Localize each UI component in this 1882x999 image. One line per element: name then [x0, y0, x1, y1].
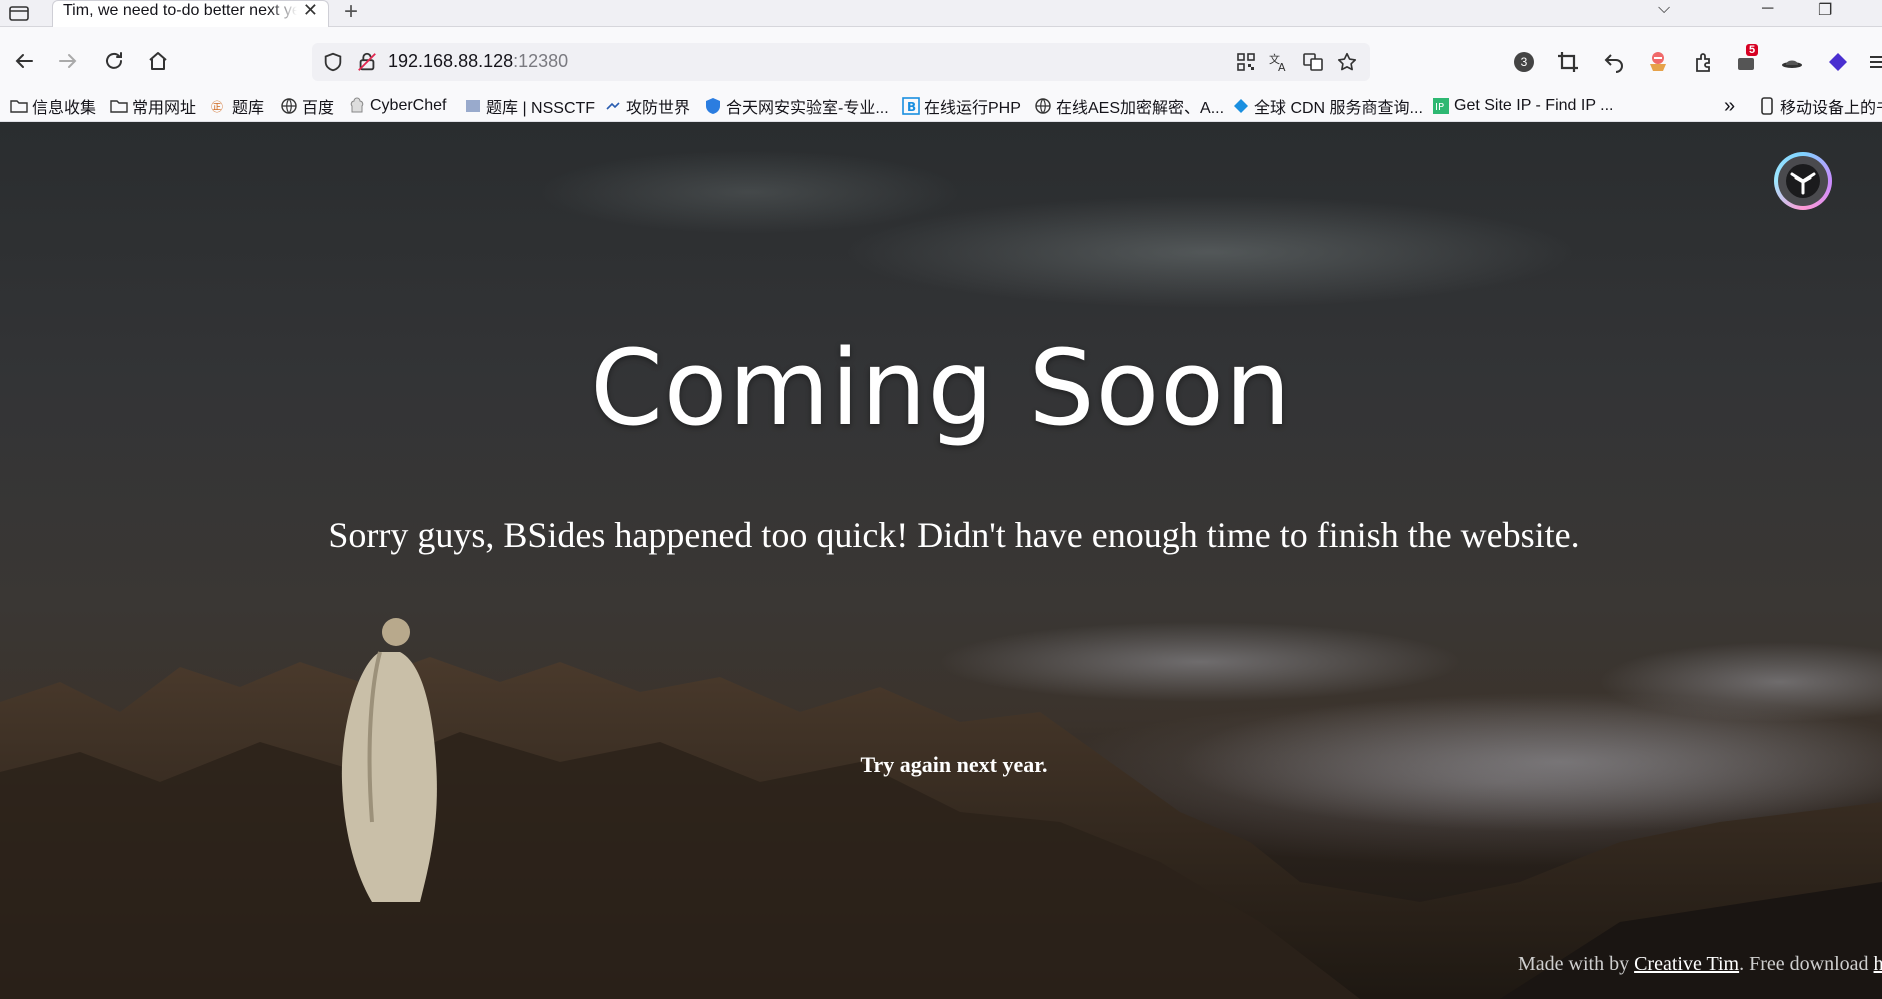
bookmark-label: 信息收集 [32, 100, 97, 117]
free-download-link[interactable]: h [1874, 953, 1882, 975]
logo-icon [1786, 164, 1820, 198]
bookmark-label: 题库 [232, 100, 265, 117]
bookmark-label: 常用网址 [132, 100, 197, 117]
bookmark-label: 百度 [302, 100, 335, 117]
bookmark-label: 全球 CDN 服务商查询... [1254, 100, 1423, 117]
notification-extension-icon[interactable]: 5 [1736, 44, 1760, 74]
bookmark-label: 在线AES加密解密、A... [1056, 100, 1225, 117]
mobile-bookmarks[interactable]: 移动设备上的书签 [1758, 95, 1882, 117]
chef-icon [350, 97, 364, 113]
bookmark-label: CyberChef [370, 97, 447, 114]
crop-icon[interactable] [1556, 50, 1580, 74]
forward-icon[interactable] [56, 49, 80, 73]
home-icon[interactable] [146, 49, 170, 73]
bookmark-folder-common[interactable]: 常用网址 [110, 95, 196, 117]
bookmark-cyberchef[interactable]: CyberChef [348, 95, 446, 117]
bookmark-tiku[interactable]: ㊣ 题库 [210, 95, 264, 117]
bookmark-gongfang[interactable]: 攻防世界 [604, 95, 690, 117]
bookmark-hetian[interactable]: 合天网安实验室-专业... [704, 95, 889, 117]
background-landscape-image [0, 618, 1882, 999]
page-footer: Made with by Creative Tim. Free download… [1518, 953, 1882, 976]
bookmark-get-site-ip[interactable]: IP Get Site IP - Find IP ... [1432, 95, 1613, 117]
puzzle-extensions-icon[interactable] [1692, 50, 1716, 74]
globe-icon [281, 98, 297, 114]
browser-tab-active[interactable]: Tim, we need to-do better next year ✕ [52, 0, 329, 30]
page-translate-icon[interactable] [1302, 51, 1324, 73]
bookmark-nssctf[interactable]: 题库 | NSSCTF [464, 95, 595, 117]
cookie-extension-icon[interactable] [1646, 50, 1670, 74]
tab-list-icon[interactable] [8, 3, 30, 23]
tab-close-icon[interactable]: ✕ [303, 1, 318, 19]
footer-prefix: Made with by [1518, 953, 1635, 975]
page-viewport: Coming Soon Sorry guys, BSides happened … [0, 122, 1882, 999]
bookmark-label: 攻防世界 [626, 100, 691, 117]
avatar-inner [1778, 156, 1828, 206]
new-tab-button[interactable]: + [344, 0, 358, 26]
svg-text:A: A [1278, 61, 1286, 73]
hat-extension-icon[interactable] [1780, 50, 1804, 74]
url-port: :12380 [513, 51, 569, 71]
svg-text:IP: IP [1435, 102, 1444, 113]
reload-icon[interactable] [102, 49, 126, 73]
shield-icon[interactable] [322, 51, 344, 73]
translate-icon[interactable]: 文 A [1268, 51, 1290, 73]
globe-icon [1035, 98, 1051, 114]
minimize-button[interactable]: ─ [1762, 0, 1773, 18]
url-host: 192.168.88.128 [388, 51, 514, 71]
qr-code-icon[interactable] [1236, 52, 1256, 72]
extension-counter-badge: 3 [1514, 52, 1534, 72]
diamond-icon [1234, 99, 1248, 113]
page-subtitle: Sorry guys, BSides happened too quick! D… [328, 515, 1580, 555]
mail-icon [1738, 58, 1754, 70]
bookmark-folder-info[interactable]: 信息收集 [10, 95, 96, 117]
footer-suffix: . Free download [1739, 953, 1874, 975]
shield-icon [706, 98, 720, 114]
bookmark-star-icon[interactable] [1336, 51, 1358, 73]
menu-icon[interactable] [1868, 50, 1882, 74]
insecure-lock-icon[interactable] [356, 51, 378, 73]
bookmark-php-online[interactable]: B 在线运行PHP [902, 95, 1021, 117]
profile-avatar[interactable] [1774, 152, 1832, 210]
bookmark-label: 合天网安实验室-专业... [726, 100, 889, 117]
svg-text:B: B [907, 100, 916, 114]
page-note: Try again next year. [860, 752, 1048, 777]
list-all-tabs-icon[interactable]: ⌵ [1658, 0, 1670, 18]
address-bar[interactable]: 192.168.88.128:12380 文 A [312, 43, 1370, 81]
undo-arrow-icon[interactable] [1602, 50, 1626, 74]
folder-icon [10, 100, 28, 113]
site-icon [466, 100, 480, 112]
ip-icon: IP [1433, 98, 1449, 114]
mobile-bookmarks-label: 移动设备上的书签 [1780, 100, 1882, 117]
tab-bar: Tim, we need to-do better next year ✕ + … [0, 0, 1882, 30]
url-text[interactable]: 192.168.88.128:12380 [388, 51, 568, 72]
site-icon: ㊣ [211, 100, 223, 114]
b-icon: B [902, 97, 920, 115]
mobile-icon [1761, 97, 1773, 115]
bookmark-label: 在线运行PHP [924, 100, 1021, 117]
bookmarks-overflow-button[interactable]: » [1724, 95, 1735, 117]
back-icon[interactable] [12, 49, 36, 73]
extension-counter-icon[interactable]: 3 [1512, 50, 1536, 74]
bookmark-label: Get Site IP - Find IP ... [1454, 97, 1614, 114]
bookmark-aes[interactable]: 在线AES加密解密、A... [1034, 95, 1224, 117]
tab-title: Tim, we need to-do better next year [63, 2, 297, 19]
folder-icon [110, 100, 128, 113]
site-icon [606, 102, 620, 110]
page-title: Coming Soon [590, 327, 1292, 449]
bookmark-cdn[interactable]: 全球 CDN 服务商查询... [1232, 95, 1423, 117]
cube-extension-icon[interactable] [1826, 50, 1850, 74]
restore-button[interactable]: ❐ [1818, 0, 1832, 20]
creative-tim-link[interactable]: Creative Tim [1634, 953, 1739, 975]
notification-badge: 5 [1746, 44, 1759, 56]
bookmark-baidu[interactable]: 百度 [280, 95, 334, 117]
svg-text:㊣: ㊣ [211, 100, 223, 114]
bookmark-label: 题库 | NSSCTF [486, 100, 596, 117]
